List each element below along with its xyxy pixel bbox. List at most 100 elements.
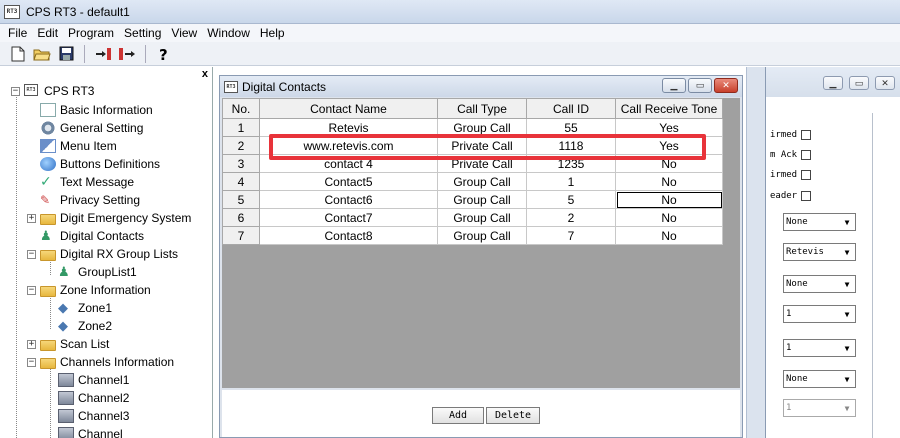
checkbox[interactable] xyxy=(801,130,812,140)
checkbox[interactable] xyxy=(801,170,812,180)
tree-item-privacy-setting[interactable]: ✎ Privacy Setting xyxy=(40,191,140,209)
tree-item-basic-information[interactable]: Basic Information xyxy=(40,101,153,119)
write-radio-icon[interactable] xyxy=(117,44,137,64)
menu-setting[interactable]: Setting xyxy=(119,26,166,40)
row-number[interactable]: 4 xyxy=(222,172,260,191)
tree-item-channels-information[interactable]: − Channels Information xyxy=(27,353,174,371)
call-receive-tone-cell-selected[interactable]: No xyxy=(615,190,723,209)
table-row[interactable]: 4 Contact5 Group Call 1 No xyxy=(222,172,723,191)
row-number[interactable]: 1 xyxy=(222,118,260,137)
tree-item-digital-contacts[interactable]: ♟ Digital Contacts xyxy=(40,227,144,245)
tree-item-channel1[interactable]: Channel1 xyxy=(58,371,129,389)
collapse-icon[interactable]: − xyxy=(27,357,36,367)
tree-item-zone-information[interactable]: − Zone Information xyxy=(27,281,151,299)
row-number[interactable]: 3 xyxy=(222,154,260,173)
maximize-button[interactable]: ▭ xyxy=(849,76,869,90)
tree-item-menu-item[interactable]: Menu Item xyxy=(40,137,117,155)
column-header-call-id[interactable]: Call ID xyxy=(526,98,616,119)
row-number[interactable]: 2 xyxy=(222,136,260,155)
row-number[interactable]: 6 xyxy=(222,208,260,227)
confirmed-checkbox-row[interactable]: irmed xyxy=(770,130,812,140)
chevron-down-icon[interactable]: ▼ xyxy=(840,307,854,321)
tree-item-text-message[interactable]: ✓ Text Message xyxy=(40,173,134,191)
contact-name-cell[interactable]: Contact8 xyxy=(259,226,438,245)
table-row[interactable]: 7 Contact8 Group Call 7 No xyxy=(222,226,723,245)
dropdown-select[interactable]: 1 ▼ xyxy=(783,305,856,323)
chevron-down-icon[interactable]: ▼ xyxy=(840,372,854,386)
collapse-icon[interactable]: − xyxy=(27,249,36,259)
column-header-contact-name[interactable]: Contact Name xyxy=(259,98,438,119)
tree-item-channel3[interactable]: Channel3 xyxy=(58,407,129,425)
call-id-cell[interactable]: 5 xyxy=(526,190,616,209)
tree-close-icon[interactable]: x xyxy=(202,68,208,80)
collapse-icon[interactable]: − xyxy=(11,86,20,96)
dropdown-select[interactable]: 1 ▼ xyxy=(783,339,856,357)
call-type-cell[interactable]: Group Call xyxy=(437,172,527,191)
dropdown-select[interactable]: None ▼ xyxy=(783,370,856,388)
table-row[interactable]: 6 Contact7 Group Call 2 No xyxy=(222,208,723,227)
call-type-cell[interactable]: Group Call xyxy=(437,226,527,245)
minimize-button[interactable]: ▁ xyxy=(823,76,843,90)
delete-button[interactable]: Delete xyxy=(486,407,540,424)
chevron-down-icon[interactable]: ▼ xyxy=(840,245,854,259)
call-id-cell[interactable]: 1 xyxy=(526,172,616,191)
column-header-call-receive-tone[interactable]: Call Receive Tone xyxy=(615,98,723,119)
menu-program[interactable]: Program xyxy=(63,26,119,40)
tree-root[interactable]: − RT3 CPS RT3 xyxy=(11,82,94,100)
contact-name-cell[interactable]: Contact7 xyxy=(259,208,438,227)
tree-item-channel2[interactable]: Channel2 xyxy=(58,389,129,407)
expand-icon[interactable]: + xyxy=(27,339,36,349)
call-type-cell[interactable]: Group Call xyxy=(437,208,527,227)
tree-item-general-setting[interactable]: General Setting xyxy=(40,119,143,137)
call-id-cell[interactable]: 2 xyxy=(526,208,616,227)
maximize-button[interactable]: ▭ xyxy=(688,78,712,93)
call-receive-tone-cell[interactable]: No xyxy=(615,226,723,245)
new-file-icon[interactable] xyxy=(8,44,28,64)
dropdown-select[interactable]: Retevis ▼ xyxy=(783,243,856,261)
menu-edit[interactable]: Edit xyxy=(32,26,63,40)
chevron-down-icon[interactable]: ▼ xyxy=(840,215,854,229)
tree-item-zone1[interactable]: ◆ Zone1 xyxy=(58,299,112,317)
chevron-down-icon[interactable]: ▼ xyxy=(840,277,854,291)
menu-window[interactable]: Window xyxy=(202,26,255,40)
close-button[interactable]: ✕ xyxy=(714,78,738,93)
save-icon[interactable] xyxy=(56,44,76,64)
tree-item-digital-rx-group-lists[interactable]: − Digital RX Group Lists xyxy=(27,245,178,263)
add-button[interactable]: Add xyxy=(432,407,484,424)
close-button[interactable]: ✕ xyxy=(875,76,895,90)
ack-checkbox-row[interactable]: m Ack xyxy=(770,150,812,160)
checkbox[interactable] xyxy=(801,150,812,160)
column-header-call-type[interactable]: Call Type xyxy=(437,98,527,119)
collapse-icon[interactable]: − xyxy=(27,285,36,295)
call-receive-tone-cell[interactable]: No xyxy=(615,208,723,227)
menu-view[interactable]: View xyxy=(166,26,202,40)
call-type-cell[interactable]: Group Call xyxy=(437,190,527,209)
header-checkbox-row[interactable]: eader xyxy=(770,191,812,201)
call-receive-tone-cell[interactable]: No xyxy=(615,172,723,191)
row-number[interactable]: 5 xyxy=(222,190,260,209)
read-radio-icon[interactable] xyxy=(93,44,113,64)
tree-item-channel[interactable]: Channel xyxy=(58,425,123,438)
row-number[interactable]: 7 xyxy=(222,226,260,245)
help-icon[interactable]: ? xyxy=(154,44,174,64)
contact-name-cell[interactable]: Contact5 xyxy=(259,172,438,191)
menu-help[interactable]: Help xyxy=(255,26,290,40)
tree-item-scan-list[interactable]: + Scan List xyxy=(27,335,109,353)
table-row[interactable]: 5 Contact6 Group Call 5 No xyxy=(222,190,723,209)
expand-icon[interactable]: + xyxy=(27,213,36,223)
tree-item-digit-emergency-system[interactable]: + Digit Emergency System xyxy=(27,209,191,227)
menu-file[interactable]: File xyxy=(3,26,32,40)
dropdown-select[interactable]: None ▼ xyxy=(783,213,856,231)
minimize-button[interactable]: ▁ xyxy=(662,78,686,93)
contact-name-cell[interactable]: Contact6 xyxy=(259,190,438,209)
checkbox[interactable] xyxy=(801,191,812,201)
open-folder-icon[interactable] xyxy=(32,44,52,64)
chevron-down-icon[interactable]: ▼ xyxy=(840,341,854,355)
tree-item-grouplist1[interactable]: ♟ GroupList1 xyxy=(58,263,137,281)
call-id-cell[interactable]: 7 xyxy=(526,226,616,245)
tree-item-buttons-definitions[interactable]: Buttons Definitions xyxy=(40,155,160,173)
column-header-no[interactable]: No. xyxy=(222,98,260,119)
tree-item-zone2[interactable]: ◆ Zone2 xyxy=(58,317,112,335)
confirmed-checkbox-row[interactable]: irmed xyxy=(770,170,812,180)
dropdown-select[interactable]: None ▼ xyxy=(783,275,856,293)
